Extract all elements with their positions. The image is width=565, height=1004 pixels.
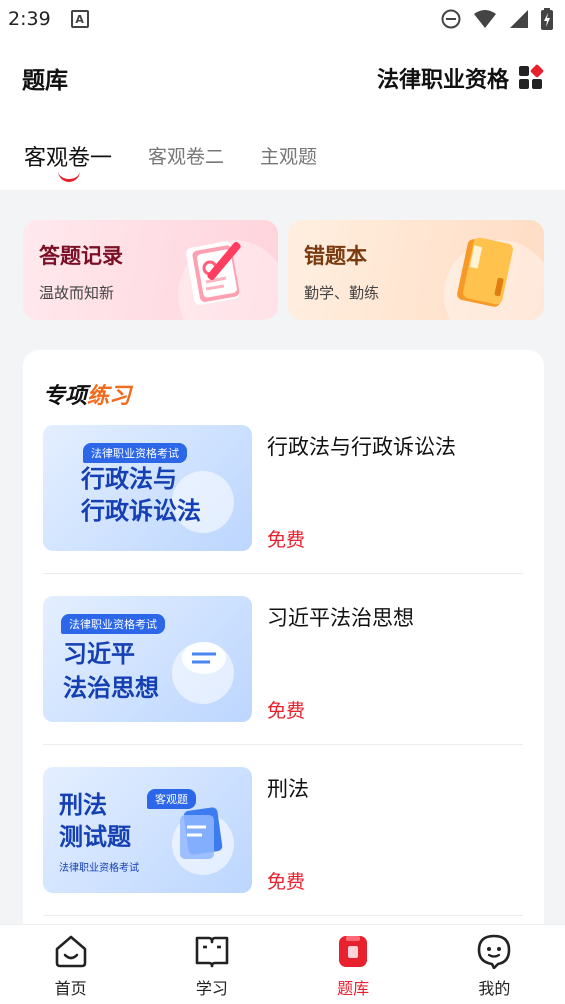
practice-item[interactable]: 法律职业资格考试 行政法与 行政诉讼法 行政法与行政诉讼法 免费: [43, 425, 523, 596]
page-header: 题库 法律职业资格: [0, 38, 565, 118]
price-label: 免费: [267, 871, 306, 893]
notepad-pen-icon: [186, 241, 241, 305]
notification-icon: A: [70, 10, 89, 28]
wrong-questions-card[interactable]: 错题本 勤学、勤练: [288, 220, 544, 320]
document-icon: [180, 807, 223, 859]
thumb-line2: 测试题: [59, 823, 131, 851]
exam-label: 法律职业资格: [376, 68, 509, 93]
battery-icon: [541, 8, 553, 30]
divider: [43, 744, 523, 745]
category-grid-icon[interactable]: [519, 63, 545, 90]
thumb-badge: 客观题: [147, 789, 196, 809]
thumb-line2: 行政诉讼法: [81, 497, 201, 525]
page-title: 题库: [22, 68, 68, 94]
section-title-part1: 专项: [43, 384, 88, 409]
question-bank-icon: [339, 936, 368, 967]
thumb-line2: 法治思想: [63, 674, 159, 702]
practice-item-name: 行政法与行政诉讼法: [267, 435, 456, 459]
home-icon: [55, 935, 86, 968]
tab-bar: 客观卷一 客观卷二 主观题: [0, 118, 565, 190]
practice-item[interactable]: 法律职业资格考试 习近平 法治思想 习近平法治思想 免费: [43, 596, 523, 767]
wifi-icon: [474, 10, 496, 28]
practice-item-name: 刑法: [267, 777, 309, 801]
nav-home-label: 首页: [54, 979, 87, 998]
dnd-icon: [441, 9, 461, 29]
chat-bubble-icon: [182, 642, 226, 674]
thumb-badge: 法律职业资格考试: [83, 443, 187, 463]
status-time: 2:39: [8, 8, 51, 30]
divider: [43, 573, 523, 574]
thumb-line1: 习近平: [63, 640, 135, 668]
profile-icon: [478, 934, 511, 969]
exam-selector[interactable]: 法律职业资格: [376, 62, 545, 94]
tab-objective-1[interactable]: 客观卷一: [24, 118, 112, 182]
section-title-part2: 练习: [87, 384, 132, 409]
special-practice-panel: 专项练习 法律职业资格考试 行政法与 行政诉讼法 行政法与行政诉讼法 免费 法律…: [23, 350, 544, 1004]
practice-thumbnail: 法律职业资格考试 习近平 法治思想: [43, 596, 252, 722]
nav-profile[interactable]: 我的: [424, 925, 565, 1004]
tab-objective-2[interactable]: 客观卷二: [148, 118, 224, 169]
bottom-nav: 首页 学习 题库 我的: [0, 924, 565, 1004]
thumb-small-text: 法律职业资格考试: [59, 863, 139, 874]
answer-record-card[interactable]: 答题记录 温故而知新: [23, 220, 278, 320]
practice-thumbnail: 客观题 刑法 测试题 法律职业资格考试: [43, 767, 252, 893]
book-icon: [195, 936, 229, 968]
section-title: 专项练习: [43, 378, 131, 410]
nav-question-bank[interactable]: 题库: [283, 925, 424, 1004]
nav-profile-label: 我的: [478, 979, 511, 998]
status-icons: [441, 8, 553, 30]
price-label: 免费: [267, 700, 306, 722]
status-bar: 2:39 A: [0, 0, 565, 38]
thumb-badge: 法律职业资格考试: [61, 614, 165, 634]
signal-icon: [510, 10, 528, 28]
nav-study[interactable]: 学习: [141, 925, 282, 1004]
practice-thumbnail: 法律职业资格考试 行政法与 行政诉讼法: [43, 425, 252, 551]
nav-question-bank-label: 题库: [337, 979, 370, 998]
practice-item-name: 习近平法治思想: [267, 606, 414, 630]
price-label: 免费: [267, 529, 306, 551]
practice-item[interactable]: 客观题 刑法 测试题 法律职业资格考试 刑法 免费: [43, 767, 523, 938]
notebook-icon: [457, 237, 513, 307]
thumb-line1: 行政法与: [81, 465, 177, 493]
tab-subjective[interactable]: 主观题: [260, 118, 317, 169]
nav-home[interactable]: 首页: [0, 925, 141, 1004]
thumb-line1: 刑法: [59, 791, 107, 819]
divider: [43, 915, 523, 916]
nav-study-label: 学习: [195, 979, 228, 998]
